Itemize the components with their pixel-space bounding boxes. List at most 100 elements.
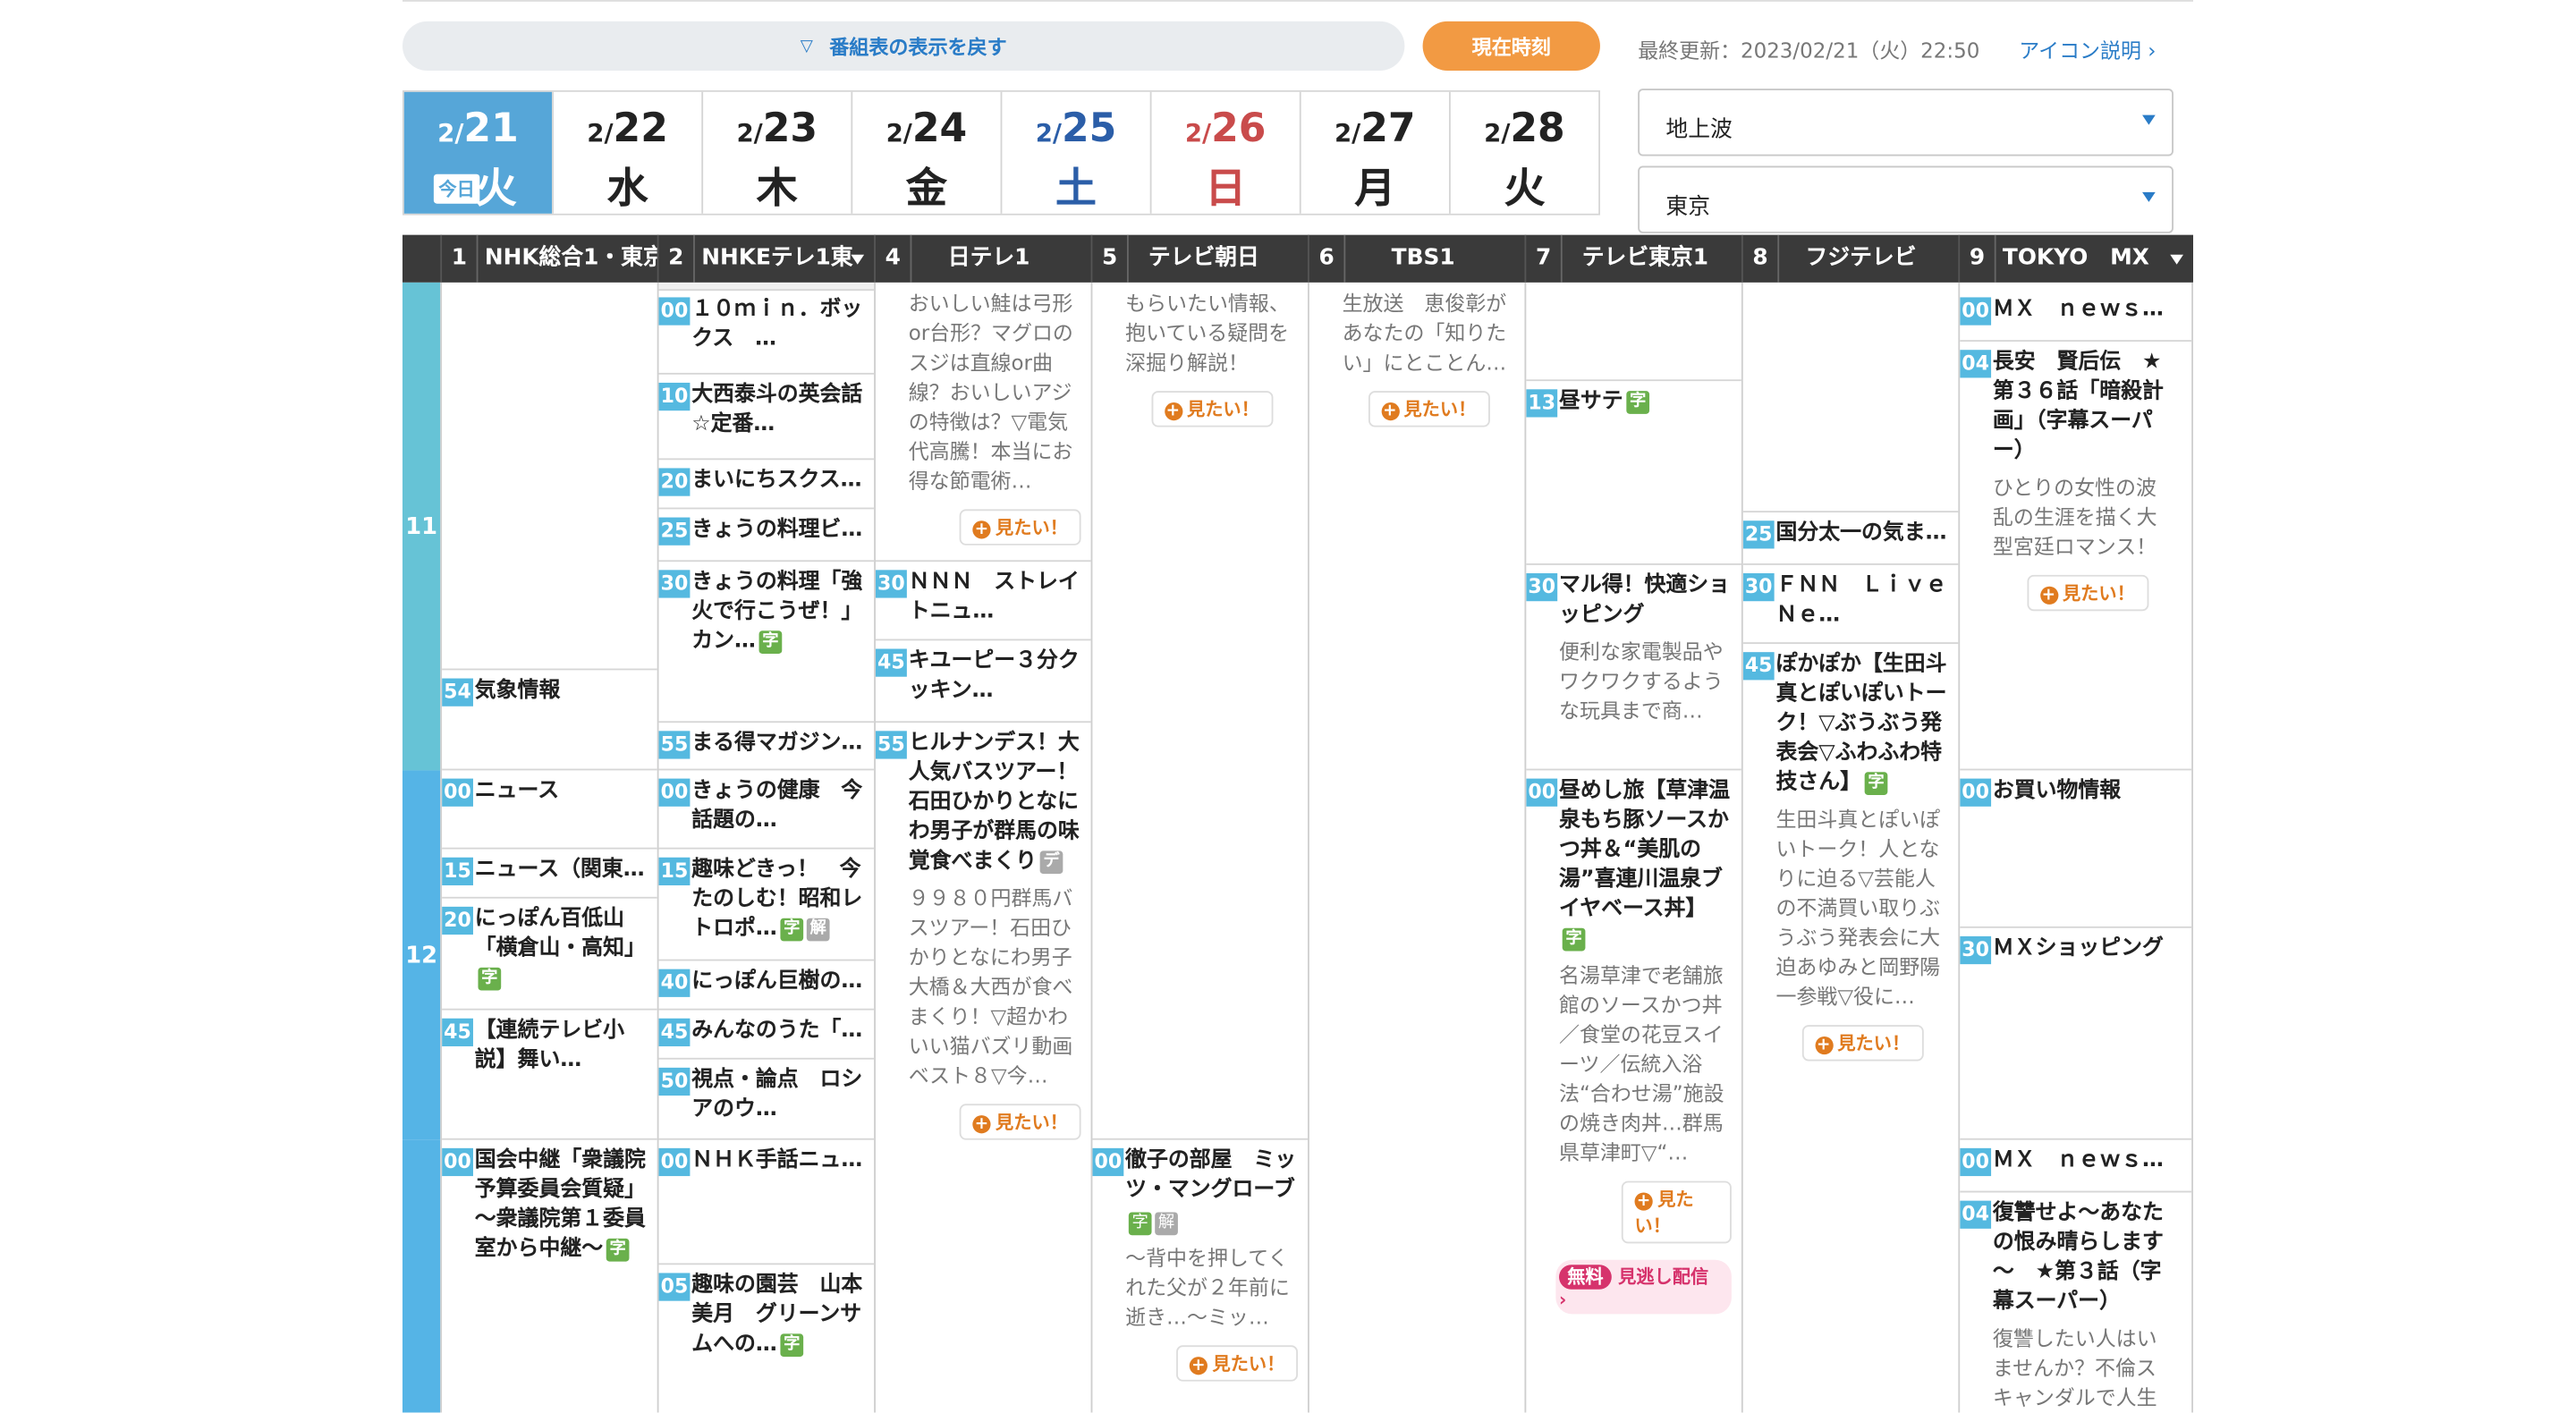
program-cell[interactable]: 30 マル得！快適ショッピング 便利な家電製品やワクワクするような玩具まで商… (1526, 565, 1741, 771)
program-cell[interactable]: 00 ＭＸ ｎｅｗｓ… (1960, 1140, 2192, 1193)
want-to-watch-button[interactable]: + 見たい！ (1801, 1025, 1923, 1062)
program-cell[interactable]: 04 長安 賢后伝 ★第３６話「暗殺計画」（字幕スーパー） ひとりの女性の波乱の… (1960, 342, 2192, 771)
program-cell[interactable]: 00 国会中継「衆議院予算委員会質疑」 ～衆議院第１委員室から中継～字 (442, 1140, 657, 1413)
date-tab-0222[interactable]: 2/22 水 (552, 91, 702, 214)
program-cell[interactable]: 00 ニュース (442, 770, 657, 850)
program-cell[interactable]: 45 ぽかぽか【生田斗真とぽいぽいトーク！▽ぶうぶう発表会▽ふわふわ特技さん】字… (1742, 644, 1959, 1413)
date-text: 2/21 (437, 105, 519, 151)
date-tab-0226[interactable]: 2/26 日 (1149, 91, 1300, 214)
program-cell[interactable]: 55 ヒルナンデス！大人気バスツアー！石田ひかりとなにわ男子が群馬の味覚食べまく… (875, 723, 1091, 1412)
missed-stream-button[interactable]: 無料 見逃し配信 › (1555, 1259, 1732, 1315)
program-title: ぽかぽか【生田斗真とぽいぽいトーク！▽ぶうぶう発表会▽ふわふわ特技さん】 (1775, 652, 1947, 795)
restore-schedule-button[interactable]: ▽ 番組表の表示を戻す (402, 21, 1405, 71)
program-cell[interactable]: 04 復讐せよ～あなたの恨み晴らします～ ★第３話（字幕スーパー） 復讐したい人… (1960, 1192, 2191, 1412)
program-cell[interactable]: 20 まいにちスクス… (658, 460, 875, 510)
program-cell[interactable]: 00 きょうの健康 今話題の… (658, 770, 875, 850)
program-cell[interactable]: 15 ニュース（関東… (442, 850, 657, 899)
date-text: 2/26 (1184, 105, 1267, 151)
channel-header-nhk-etele[interactable]: 2 NHKEテレ1東 (657, 234, 874, 283)
date-tab-0223[interactable]: 2/23 木 (701, 91, 852, 214)
channel-column-tv-tokyo: 13 昼サテ字 30 マル得！快適ショッピング 便利な家電製品やワクワクするような… (1524, 282, 1741, 1413)
date-tab-0224[interactable]: 2/24 金 (851, 91, 1001, 214)
program-title: にっぽん百低山 「横倉山・高知」 (474, 906, 646, 961)
date-tab-0227[interactable]: 2/27 月 (1299, 91, 1449, 214)
program-cell[interactable]: 15 趣味どきっ！ 今たのしむ！昭和レトロポ… 字解 (658, 850, 875, 961)
icon-help-link[interactable]: アイコン説明 › (2019, 33, 2156, 64)
date-selector: 2/21 今日 火 2/22 水 2/23 木 2/24 金 2/25 土 2/… (402, 90, 1600, 216)
program-cell[interactable]: 00 徹子の部屋 ミッツ・マングローブ 字解 ～背中を押してくれた父が２年前に逝… (1092, 1140, 1308, 1413)
channel-header-nhk-sogo[interactable]: 1 NHK総合1・東京 (440, 234, 657, 283)
current-time-button[interactable]: 現在時刻 (1422, 21, 1600, 71)
program-cell[interactable]: 55 まる得マガジン… (658, 723, 875, 771)
channel-header-tv-tokyo[interactable]: 7 テレビ東京1 (1524, 234, 1741, 283)
program-cell[interactable]: 00 １０ｍｉｎ．ボックス … (658, 289, 875, 375)
date-text: 2/25 (1035, 105, 1117, 151)
program-cell[interactable]: 30 ＭＸショッピング (1960, 928, 2192, 1140)
program-cell[interactable]: 00 ＭＸ ｎｅｗｓ… (1960, 289, 2192, 343)
program-cell[interactable]: 40 にっぽん巨樹の… (658, 960, 875, 1011)
channel-column-nhk-etele: 00 １０ｍｉｎ．ボックス … 10 大西泰斗の英会話☆定番… 20 まいにちスクス…… (657, 282, 875, 1413)
want-to-watch-button[interactable]: + 見たい！ (959, 1104, 1081, 1140)
program-cell[interactable]: もらいたい情報、抱いている疑問を深掘り解説！ + 見たい！ (1092, 283, 1309, 1140)
channel-header-ntv[interactable]: 4 日テレ1 (874, 234, 1090, 283)
program-description: ひとりの女性の波乱の生涯を描く大型宮廷ロマンス！ (1992, 474, 2157, 559)
program-cell[interactable]: 生放送 恵俊彰があなたの「知りたい」にとことん… + 見たい！ (1309, 283, 1525, 1413)
program-description: もらいたい情報、抱いている疑問を深掘り解説！ (1125, 291, 1290, 375)
program-cell[interactable]: 30 きょうの料理「強火で行こうぜ！」カン… 字 (658, 562, 875, 723)
program-cell[interactable]: おいしい鮭は弓形or台形？マグロのスジは直線or曲線？おいしいアジの特徴は？▽電… (875, 283, 1091, 563)
program-title: ニュース (474, 778, 560, 804)
program-title: ニュース（関東… (474, 857, 645, 883)
program-cell[interactable]: 25 国分太一の気ま… (1742, 512, 1959, 565)
region-select[interactable]: 東京 (1638, 165, 2174, 233)
hour-label-12: 12 (402, 770, 441, 1140)
program-cell[interactable]: 30 ＮＮＮ ストレイトニュ… (875, 562, 1091, 641)
program-cell[interactable]: 45 みんなのうた「… (658, 1011, 875, 1060)
want-to-watch-button[interactable]: + 見たい！ (2026, 574, 2148, 612)
program-cell[interactable]: 05 趣味の園芸 山本美月 グリーンサムへの… 字 (658, 1265, 875, 1412)
program-description: ９９８０円群馬バスツアー！石田ひかりとなにわ男子大橋＆大西が食べまくり！▽超かわ… (908, 884, 1073, 1087)
program-title: 大西泰斗の英会話☆定番… (691, 382, 863, 437)
top-border (402, 0, 2193, 2)
program-cell[interactable]: 30 ＦＮＮ Ｌｉｖｅ Ｎｅ… (1742, 565, 1959, 644)
program-cell[interactable]: 25 きょうの料理ビ… (658, 509, 875, 563)
program-cell[interactable] (442, 283, 657, 671)
date-tab-0225[interactable]: 2/25 土 (1000, 91, 1150, 214)
commentary-icon: 解 (806, 917, 830, 941)
program-title: 昼めし旅【草津温泉もち豚ソースかつ丼＆“美肌の湯”喜連川温泉ブイヤベース丼】 (1559, 778, 1731, 922)
channel-header-tokyo-mx[interactable]: 9 TOKYO MX (1958, 234, 2193, 283)
program-cell[interactable]: 45 キユーピー３分クッキン… (875, 640, 1091, 723)
program-cell[interactable]: 45 【連続テレビ小説】舞い… (442, 1011, 657, 1140)
broadcast-type-select[interactable]: 地上波 (1638, 89, 2174, 157)
program-cell[interactable]: 50 視点・論点 ロシアのウ… (658, 1060, 875, 1140)
want-to-watch-button[interactable]: + 見たい！ (1621, 1180, 1732, 1244)
program-cell[interactable] (1742, 283, 1959, 513)
channel-header-tbs[interactable]: 6 TBS1 (1308, 234, 1524, 283)
program-cell[interactable] (1526, 283, 1741, 382)
want-to-watch-button[interactable]: + 見たい！ (1150, 391, 1273, 427)
want-to-watch-button[interactable]: + 見たい！ (1368, 391, 1489, 427)
program-cell[interactable]: 00 ＮＨＫ手話ニュ… (658, 1140, 875, 1265)
subtitle-icon: 字 (780, 917, 804, 941)
hour-label-11: 11 (402, 282, 441, 771)
date-tab-0221[interactable]: 2/21 今日 火 (403, 91, 553, 214)
program-cell[interactable]: 00 昼めし旅【草津温泉もち豚ソースかつ丼＆“美肌の湯”喜連川温泉ブイヤベース丼… (1526, 770, 1741, 1412)
subtitle-icon: 字 (478, 966, 502, 990)
channel-header-fuji[interactable]: 8 フジテレビ (1741, 234, 1958, 283)
want-to-watch-button[interactable]: + 見たい！ (959, 509, 1081, 546)
program-cell[interactable]: 54 気象情報 (442, 670, 657, 771)
program-description: 復讐したい人はいませんか？不倫スキャンダルで人生 (1992, 1325, 2157, 1409)
date-tab-0228[interactable]: 2/28 火 (1448, 91, 1599, 214)
program-cell[interactable]: 13 昼サテ字 (1526, 381, 1741, 565)
subtitle-icon: 字 (1128, 1211, 1152, 1235)
weekday: 月 (1354, 164, 1396, 212)
subtitle-icon: 字 (780, 1333, 804, 1357)
want-to-watch-button[interactable]: + 見たい！ (1176, 1345, 1298, 1382)
program-cell[interactable]: 00 お買い物情報 (1960, 770, 2192, 928)
channel-header-tv-asahi[interactable]: 5 テレビ朝日 (1090, 234, 1308, 283)
program-cell[interactable]: 10 大西泰斗の英会話☆定番… (658, 375, 875, 461)
weekday: 水 (606, 164, 648, 212)
channel-column-tv-asahi: もらいたい情報、抱いている疑問を深掘り解説！ + 見たい！ 00 徹子の部屋 ミッ… (1090, 282, 1309, 1413)
weekday: 金 (905, 164, 947, 212)
program-cell[interactable]: 20 にっぽん百低山 「横倉山・高知」字 (442, 899, 657, 1011)
program-description: 便利な家電製品やワクワクするような玩具まで商… (1559, 639, 1724, 723)
